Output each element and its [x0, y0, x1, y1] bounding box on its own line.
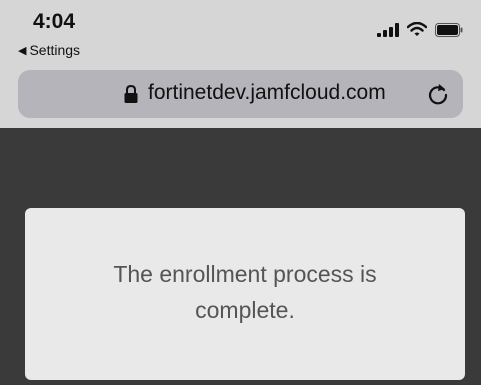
url-text[interactable]: fortinetdev.jamfcloud.com	[148, 81, 386, 105]
wifi-icon	[407, 22, 427, 36]
url-bar[interactable]: fortinetdev.jamfcloud.com	[18, 70, 463, 118]
status-time: 4:04	[33, 10, 76, 33]
reload-icon[interactable]	[427, 82, 449, 106]
battery-icon	[435, 22, 463, 37]
enrollment-message-card: The enrollment process is complete.	[25, 208, 465, 380]
cellular-signal-icon	[377, 22, 399, 37]
back-arrow-icon: ◀	[18, 44, 27, 57]
status-icons	[377, 22, 463, 37]
back-to-settings-link[interactable]: ◀ Settings	[18, 42, 80, 58]
lock-icon	[124, 84, 138, 103]
enrollment-complete-message: The enrollment process is complete.	[113, 261, 377, 323]
back-link-label: Settings	[29, 42, 81, 58]
page-content: The enrollment process is complete.	[0, 128, 481, 385]
browser-chrome: 4:04 ◀ Settings fortinetdev.jamfcloud.co…	[0, 0, 481, 128]
